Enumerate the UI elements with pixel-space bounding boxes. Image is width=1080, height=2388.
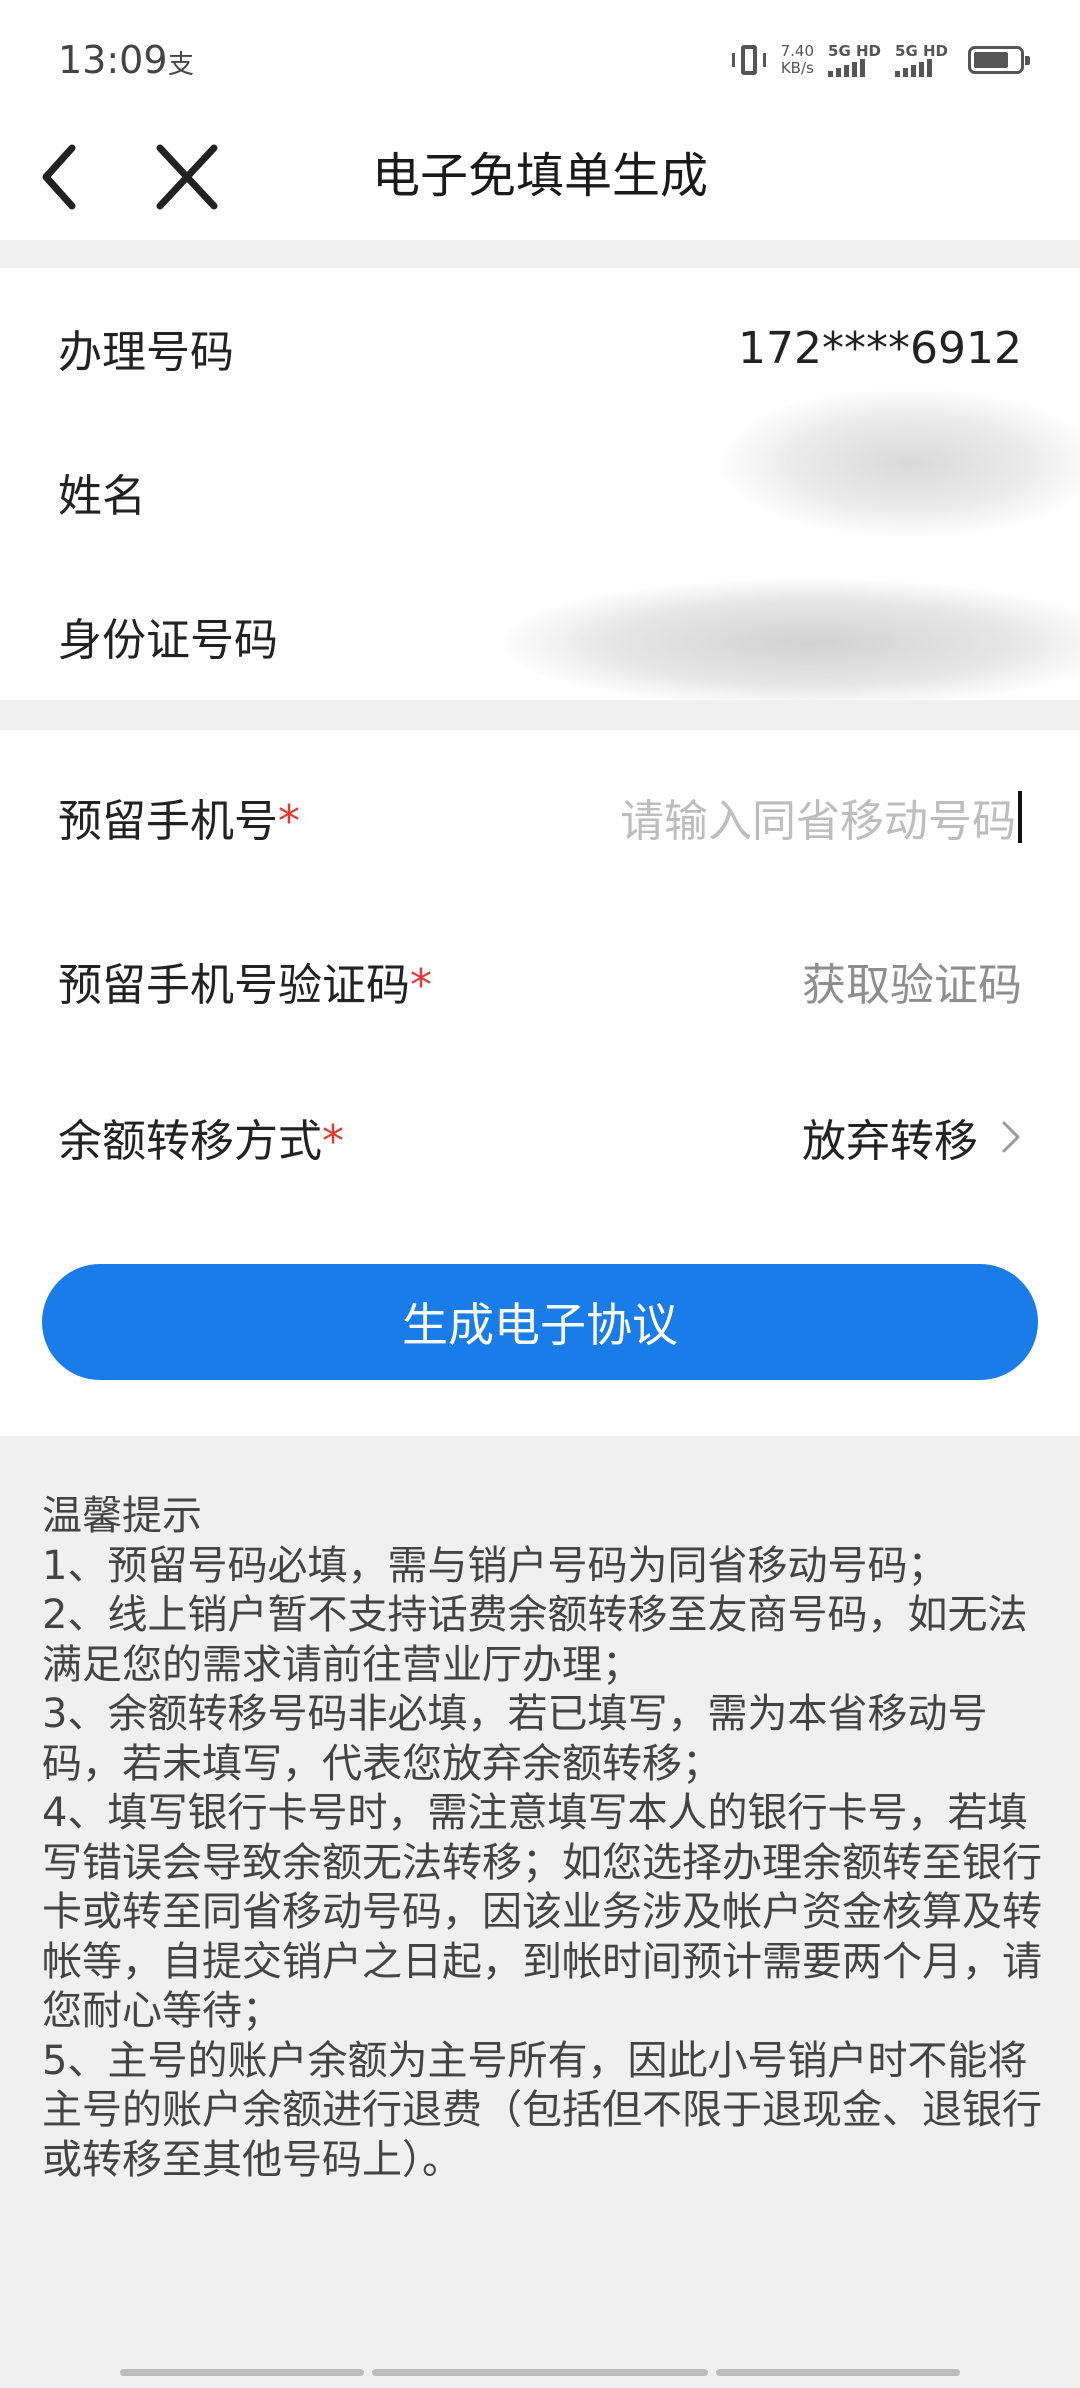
battery-icon [968, 46, 1030, 74]
required-mark: * [278, 796, 300, 847]
alipay-notification-icon: 支 [168, 50, 195, 80]
balance-transfer-label: 余额转移方式* [58, 1105, 344, 1169]
vibrate-icon [731, 43, 767, 77]
required-mark: * [410, 960, 432, 1011]
reserved-phone-input[interactable]: 请输入同省移动号码 [620, 785, 1022, 849]
balance-transfer-label-text: 余额转移方式 [58, 1116, 322, 1167]
nav-bar: 电子免填单生成 [0, 110, 1080, 240]
balance-transfer-row[interactable]: 余额转移方式* 放弃转移 [58, 1092, 1022, 1182]
tip-item: 2、线上销户暂不支持话费余额转移至友商号码，如无法满足您的需求请前往营业厅办理； [42, 1592, 1028, 1688]
status-bar: 13:09 支 7.40 KB/s 5G HD 5G HD [0, 0, 1080, 110]
phone-number-row: 办理号码 172****6912 [58, 308, 1022, 388]
sim2-label: 5G HD [895, 42, 948, 60]
name-row: 姓名 [58, 452, 1022, 532]
tips-title: 温馨提示 [42, 1493, 202, 1539]
verify-code-label: 预留手机号验证码* [58, 949, 432, 1013]
balance-transfer-select[interactable]: 放弃转移 [802, 1105, 1022, 1169]
generate-agreement-button[interactable]: 生成电子协议 [42, 1264, 1038, 1380]
id-number-label: 身份证号码 [58, 615, 278, 666]
page-title: 电子免填单生成 [371, 148, 708, 204]
reserved-phone-row: 预留手机号* 请输入同省移动号码 [58, 772, 1022, 862]
tip-item: 1、预留号码必填，需与销户号码为同省移动号码； [42, 1542, 948, 1589]
phone-number-label: 办理号码 [58, 327, 234, 378]
id-number-row: 身份证号码 [58, 596, 1022, 676]
gesture-bar [372, 2369, 708, 2376]
gesture-bar [120, 2369, 364, 2376]
cancellation-form-card: 预留手机号* 请输入同省移动号码 预留手机号验证码* 获取验证码 余额转移方式*… [0, 730, 1080, 1436]
sim1-signal-icon: 5G HD [828, 43, 881, 77]
verify-code-label-text: 预留手机号验证码 [58, 960, 410, 1011]
network-speed-unit: KB/s [780, 59, 814, 77]
phone-number-value: 172****6912 [738, 322, 1022, 374]
status-time: 13:09 [58, 38, 168, 82]
sim1-label: 5G HD [828, 42, 882, 60]
name-label: 姓名 [58, 471, 146, 522]
account-info-card: 办理号码 172****6912 姓名 身份证号码 [0, 268, 1080, 700]
reserved-phone-label: 预留手机号* [58, 785, 300, 849]
tip-item: 5、主号的账户余额为主号所有，因此小号销户时不能将主号的账户余额进行退费（包括但… [42, 2037, 1042, 2183]
gesture-bar [716, 2369, 960, 2376]
reserved-phone-placeholder: 请输入同省移动号码 [620, 796, 1016, 847]
tip-item: 4、填写银行卡号时，需注意填写本人的银行卡号，若填写错误会导致余额无法转移；如您… [42, 1790, 1042, 2034]
network-speed: 7.40 KB/s [781, 43, 814, 77]
verify-code-row: 预留手机号验证码* 获取验证码 [58, 936, 1022, 1026]
get-verify-code-button[interactable]: 获取验证码 [802, 949, 1022, 1013]
tips-section: 温馨提示 1、预留号码必填，需与销户号码为同省移动号码； 2、线上销户暂不支持话… [42, 1492, 1042, 2185]
tip-item: 3、余额转移号码非必填，若已填写，需为本省移动号码，若未填写，代表您放弃余额转移… [42, 1691, 988, 1787]
status-indicators: 7.40 KB/s 5G HD 5G HD [731, 38, 1030, 82]
chevron-right-icon [1002, 1121, 1020, 1153]
reserved-phone-label-text: 预留手机号 [58, 796, 278, 847]
required-mark: * [322, 1116, 344, 1167]
network-speed-value: 7.40 [780, 42, 815, 60]
text-cursor [1018, 791, 1022, 843]
balance-transfer-value: 放弃转移 [802, 1116, 978, 1167]
sim2-signal-icon: 5G HD [895, 43, 948, 77]
